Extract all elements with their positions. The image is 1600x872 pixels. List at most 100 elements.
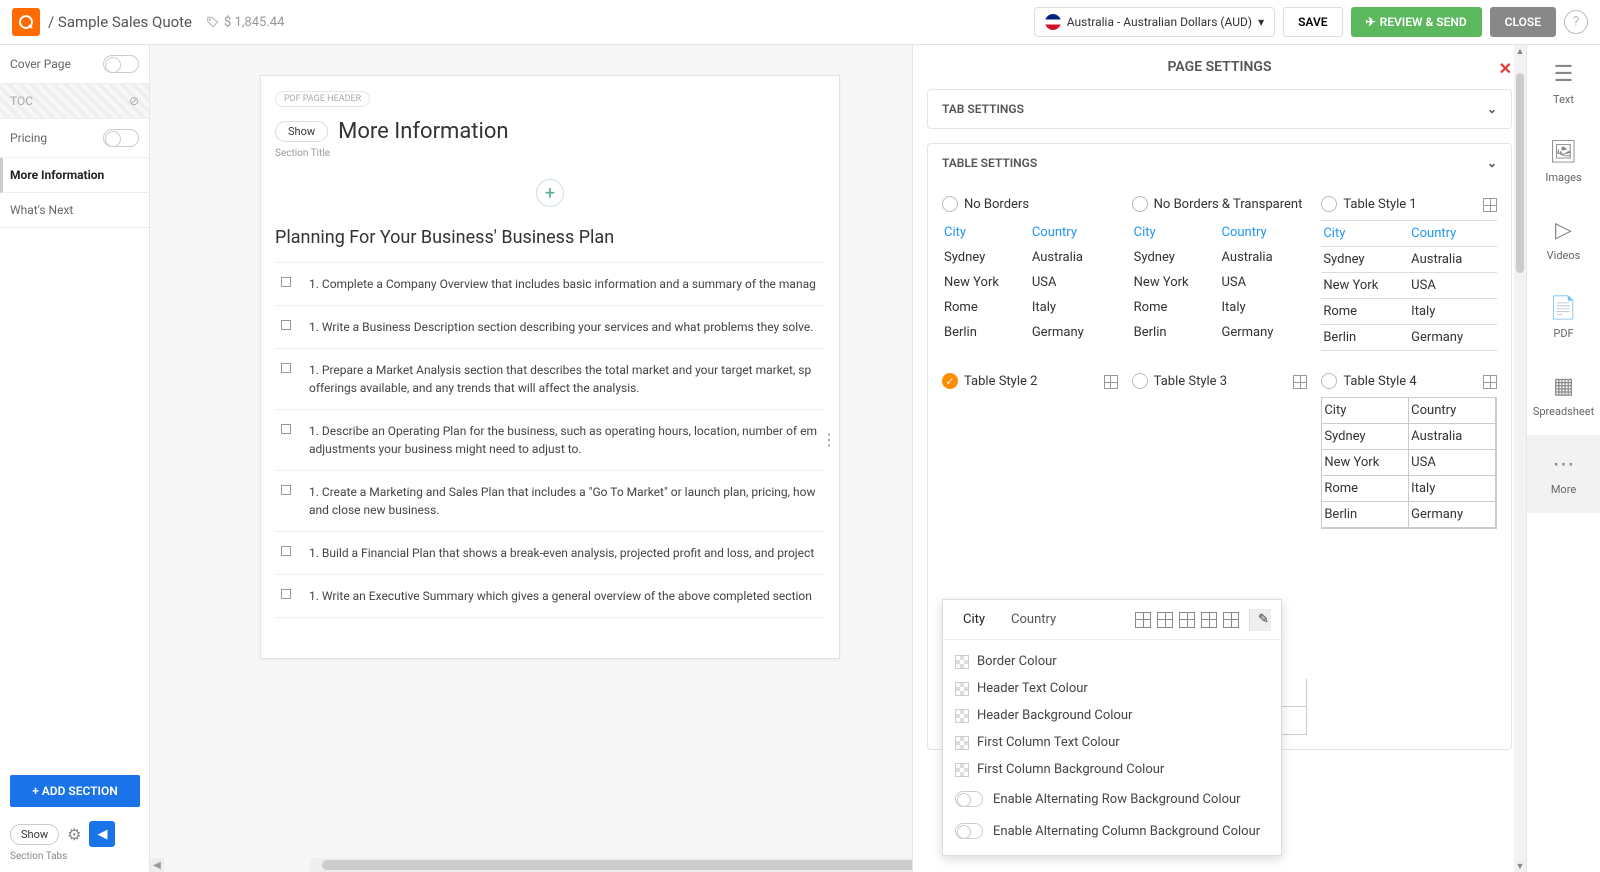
close-button[interactable]: CLOSE xyxy=(1490,7,1556,37)
radio-icon[interactable] xyxy=(1321,373,1337,389)
tool-images[interactable]: 🖼Images xyxy=(1527,123,1600,201)
review-send-button[interactable]: ✈REVIEW & SEND xyxy=(1351,7,1482,37)
toggle-icon[interactable] xyxy=(955,823,983,839)
td: Australia xyxy=(1409,424,1496,449)
drag-handle-icon[interactable]: ⋮ xyxy=(821,438,837,442)
radio-icon[interactable] xyxy=(1132,196,1148,212)
border-inner-icon[interactable] xyxy=(1179,612,1195,628)
alt-col-toggle[interactable]: Enable Alternating Column Background Col… xyxy=(955,815,1269,847)
color-swatch-icon[interactable] xyxy=(955,736,969,750)
toggle-icon[interactable] xyxy=(955,791,983,807)
sidebar-item-more-info[interactable]: More Information xyxy=(0,158,149,193)
color-swatch-icon[interactable] xyxy=(955,655,969,669)
close-icon[interactable]: ✕ xyxy=(1499,59,1512,78)
section-show-toggle[interactable]: Show xyxy=(275,121,328,142)
grid-icon[interactable] xyxy=(1483,198,1497,212)
table-settings-header[interactable]: TABLE SETTINGS⌄ xyxy=(928,144,1511,182)
show-toggle[interactable]: Show xyxy=(10,824,59,845)
gear-icon[interactable]: ⚙ xyxy=(67,825,81,844)
color-swatch-icon[interactable] xyxy=(955,682,969,696)
checkbox-icon[interactable] xyxy=(281,277,291,287)
first-col-bg-row[interactable]: First Column Background Colour xyxy=(955,756,1269,783)
tool-label: More xyxy=(1551,483,1576,496)
style-table-1[interactable]: Table Style 1 CityCountry SydneyAustrali… xyxy=(1321,196,1497,351)
section-title[interactable]: More Information xyxy=(338,119,508,144)
radio-icon[interactable] xyxy=(1321,196,1337,212)
sidebar-label: TOC xyxy=(10,94,33,108)
save-button[interactable]: SAVE xyxy=(1283,7,1342,37)
style-no-borders[interactable]: No Borders CityCountry SydneyAustralia N… xyxy=(942,196,1118,351)
popup-tab-country[interactable]: Country xyxy=(1001,608,1066,631)
color-swatch-icon[interactable] xyxy=(955,763,969,777)
tool-more[interactable]: ⋯More xyxy=(1527,435,1600,513)
th: Country xyxy=(1220,220,1308,245)
checkbox-icon[interactable] xyxy=(281,546,291,556)
border-horizontal-icon[interactable] xyxy=(1201,612,1217,628)
task-row[interactable]: 1. Describe an Operating Plan for the bu… xyxy=(275,409,825,470)
breadcrumb[interactable]: / Sample Sales Quote xyxy=(48,13,192,31)
scroll-down-icon[interactable]: ▼ xyxy=(1514,860,1526,872)
add-block-button[interactable]: + xyxy=(536,179,564,207)
collapse-button[interactable]: ◀ xyxy=(89,821,115,847)
td: Italy xyxy=(1409,476,1496,501)
grid-icon[interactable] xyxy=(1293,375,1307,389)
color-swatch-icon[interactable] xyxy=(955,709,969,723)
task-row[interactable]: 1. Build a Financial Plan that shows a b… xyxy=(275,531,825,574)
header-bg-colour-row[interactable]: Header Background Colour xyxy=(955,702,1269,729)
style-no-borders-transparent[interactable]: No Borders & Transparent CityCountry Syd… xyxy=(1132,196,1308,351)
visibility-toggle[interactable] xyxy=(103,55,139,73)
task-row[interactable]: 1. Write a Business Description section … xyxy=(275,305,825,348)
plan-heading[interactable]: Planning For Your Business' Business Pla… xyxy=(275,227,825,248)
grid-icon[interactable] xyxy=(1104,375,1118,389)
scroll-left-icon[interactable]: ◀ xyxy=(150,858,164,872)
checkbox-icon[interactable] xyxy=(281,363,291,373)
radio-icon[interactable] xyxy=(942,373,958,389)
sidebar-item-whats-next[interactable]: What's Next xyxy=(0,193,149,228)
header-text-colour-row[interactable]: Header Text Colour xyxy=(955,675,1269,702)
app-logo[interactable] xyxy=(12,8,40,36)
sidebar-label: More Information xyxy=(10,168,104,182)
panel-scrollbar[interactable]: ▲ ▼ xyxy=(1514,45,1526,872)
radio-icon[interactable] xyxy=(1132,373,1148,389)
border-outer-icon[interactable] xyxy=(1157,612,1173,628)
scrollbar-thumb[interactable] xyxy=(1516,73,1524,273)
currency-selector[interactable]: Australia - Australian Dollars (AUD) ▾ xyxy=(1034,7,1275,37)
tool-videos[interactable]: ▷Videos xyxy=(1527,201,1600,279)
tool-pdf[interactable]: 📄PDF xyxy=(1527,279,1600,357)
scroll-up-icon[interactable]: ▲ xyxy=(1514,45,1526,57)
edit-icon[interactable]: ✎ xyxy=(1249,609,1271,631)
first-col-text-row[interactable]: First Column Text Colour xyxy=(955,729,1269,756)
checkbox-icon[interactable] xyxy=(281,485,291,495)
task-row[interactable]: 1. Write an Executive Summary which give… xyxy=(275,574,825,618)
th: Country xyxy=(1030,220,1118,245)
task-row[interactable]: 1. Prepare a Market Analysis section tha… xyxy=(275,348,825,409)
checkbox-icon[interactable] xyxy=(281,424,291,434)
border-colour-row[interactable]: Border Colour xyxy=(955,648,1269,675)
border-vertical-icon[interactable] xyxy=(1223,612,1239,628)
checkbox-icon[interactable] xyxy=(281,589,291,599)
task-list: 1. Complete a Company Overview that incl… xyxy=(275,262,825,618)
sidebar-item-cover[interactable]: Cover Page xyxy=(0,45,149,84)
grid-icon[interactable] xyxy=(1483,375,1497,389)
checkbox-icon[interactable] xyxy=(281,320,291,330)
alt-row-toggle[interactable]: Enable Alternating Row Background Colour xyxy=(955,783,1269,815)
tool-spreadsheet[interactable]: ▦Spreadsheet xyxy=(1527,357,1600,435)
style-table-4[interactable]: Table Style 4 CityCountry SydneyAustrali… xyxy=(1321,373,1497,735)
tab-settings-section[interactable]: TAB SETTINGS⌄ xyxy=(927,89,1512,129)
sidebar-item-pricing[interactable]: Pricing xyxy=(0,119,149,158)
visibility-toggle[interactable] xyxy=(103,129,139,147)
task-row[interactable]: 1. Create a Marketing and Sales Plan tha… xyxy=(275,470,825,531)
popup-tab-city[interactable]: City xyxy=(953,608,995,631)
tool-text[interactable]: ☰Text xyxy=(1527,45,1600,123)
radio-icon[interactable] xyxy=(942,196,958,212)
scrollbar-thumb[interactable] xyxy=(322,860,962,870)
td: Berlin xyxy=(1321,325,1409,350)
td: New York xyxy=(1322,450,1409,475)
task-row[interactable]: 1. Complete a Company Overview that incl… xyxy=(275,262,825,305)
sidebar-item-toc[interactable]: TOC ⊘ xyxy=(0,84,149,119)
td: Germany xyxy=(1409,502,1496,527)
border-all-icon[interactable] xyxy=(1135,612,1151,628)
add-section-button[interactable]: + ADD SECTION xyxy=(10,775,140,807)
help-icon[interactable]: ? xyxy=(1564,10,1588,34)
table-style-popup: City Country ✎ Border Colour Header Text… xyxy=(942,599,1282,856)
